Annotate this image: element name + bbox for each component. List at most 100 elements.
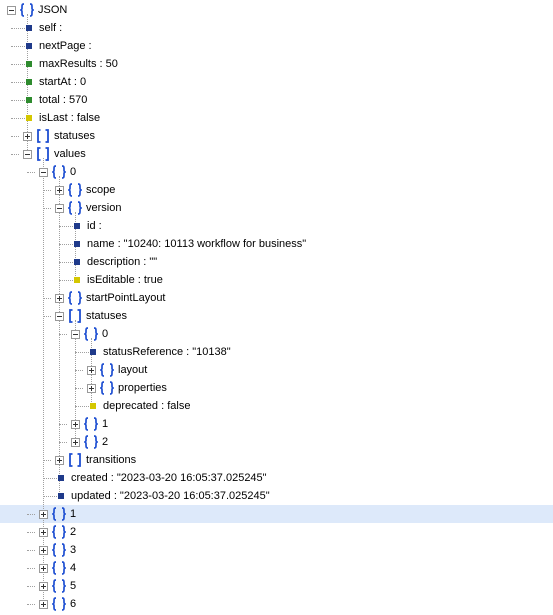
collapse-minus-icon[interactable] [39,168,48,177]
object-braces-icon [67,290,83,306]
tree-connector-line [11,136,19,137]
tree-leaf-row[interactable]: name : "10240: 10113 workflow for busine… [0,235,553,253]
tree-leaf-label: name : "10240: 10113 workflow for busine… [87,238,307,250]
expand-plus-icon[interactable] [87,384,96,393]
tree-leaf-row[interactable]: self : [0,19,553,37]
tree-leaf-row[interactable]: isLast : false [0,109,553,127]
string-value-icon [74,259,80,265]
tree-node-row[interactable]: 4 [0,559,553,577]
tree-leaf-row[interactable]: description : "" [0,253,553,271]
tree-leaf-row[interactable]: nextPage : [0,37,553,55]
expand-plus-icon[interactable] [55,186,64,195]
object-braces-icon [51,524,67,540]
tree-node-label: 2 [102,436,109,448]
expand-plus-icon[interactable] [87,366,96,375]
tree-leaf-row[interactable]: statusReference : "10138" [0,343,553,361]
tree-node-label: values [54,148,86,160]
object-braces-icon [99,362,115,378]
tree-leaf-label: startAt : 0 [39,76,87,88]
tree-connector-line [27,586,35,587]
tree-connector-line [75,370,83,371]
tree-node-label: JSON [38,4,68,16]
object-braces-icon [67,200,83,216]
tree-connector-line [59,424,67,425]
tree-connector-line [43,316,51,317]
tree-connector-line [27,568,35,569]
tree-leaf-row[interactable]: maxResults : 50 [0,55,553,73]
boolean-value-icon [90,403,96,409]
tree-node-row[interactable]: 0 [0,325,553,343]
tree-leaf-row[interactable]: isEditable : true [0,271,553,289]
tree-node-row[interactable]: version [0,199,553,217]
tree-node-row[interactable]: properties [0,379,553,397]
object-braces-icon [51,578,67,594]
tree-connector-line [27,532,35,533]
tree-node-label: version [86,202,122,214]
tree-leaf-row[interactable]: updated : "2023-03-20 16:05:37.025245" [0,487,553,505]
array-brackets-icon [35,146,51,162]
expand-plus-icon[interactable] [55,294,64,303]
collapse-minus-icon[interactable] [55,204,64,213]
expand-plus-icon[interactable] [71,420,80,429]
tree-leaf-label: self : [39,22,63,34]
tree-node-label: statuses [54,130,95,142]
tree-node-label: scope [86,184,116,196]
expand-plus-icon[interactable] [39,564,48,573]
collapse-minus-icon[interactable] [23,150,32,159]
tree-node-label: 0 [102,328,109,340]
tree-node-row[interactable]: 2 [0,433,553,451]
tree-connector-line [43,460,51,461]
tree-leaf-label: nextPage : [39,40,92,52]
tree-leaf-label: statusReference : "10138" [103,346,231,358]
expand-plus-icon[interactable] [71,438,80,447]
tree-node-label: layout [118,364,148,376]
tree-node-row[interactable]: transitions [0,451,553,469]
tree-node-row[interactable]: values [0,145,553,163]
tree-leaf-label: created : "2023-03-20 16:05:37.025245" [71,472,267,484]
tree-node-label: 5 [70,580,77,592]
tree-node-row[interactable]: layout [0,361,553,379]
tree-node-row[interactable]: 1 [0,415,553,433]
tree-node-row[interactable]: scope [0,181,553,199]
expand-plus-icon[interactable] [39,510,48,519]
object-braces-icon [83,434,99,450]
object-braces-icon [51,506,67,522]
tree-node-row[interactable]: 2 [0,523,553,541]
tree-connector-line [27,550,35,551]
tree-node-row[interactable]: 6 [0,595,553,613]
tree-node-row[interactable]: 0 [0,163,553,181]
tree-leaf-row[interactable]: id : [0,217,553,235]
collapse-minus-icon[interactable] [55,312,64,321]
tree-node-label: 1 [102,418,109,430]
expand-plus-icon[interactable] [39,546,48,555]
tree-connector-line [27,514,35,515]
tree-leaf-row[interactable]: created : "2023-03-20 16:05:37.025245" [0,469,553,487]
tree-leaf-label: id : [87,220,102,232]
tree-node-label: 4 [70,562,77,574]
expand-plus-icon[interactable] [23,132,32,141]
tree-leaf-row[interactable]: deprecated : false [0,397,553,415]
expand-plus-icon[interactable] [39,600,48,609]
boolean-value-icon [74,277,80,283]
string-value-icon [74,241,80,247]
tree-node-row[interactable]: statuses [0,127,553,145]
tree-node-row[interactable]: 5 [0,577,553,595]
tree-node-label: 0 [70,166,77,178]
object-braces-icon [51,164,67,180]
tree-leaf-row[interactable]: startAt : 0 [0,73,553,91]
tree-node-row[interactable]: 1 [0,505,553,523]
tree-leaf-row[interactable]: total : 570 [0,91,553,109]
tree-node-label: statuses [86,310,127,322]
tree-node-row[interactable]: statuses [0,307,553,325]
tree-connector-line [11,154,19,155]
object-braces-icon [51,596,67,612]
tree-node-row[interactable]: 3 [0,541,553,559]
expand-plus-icon[interactable] [39,582,48,591]
expand-plus-icon[interactable] [55,456,64,465]
collapse-minus-icon[interactable] [7,6,16,15]
tree-leaf-label: maxResults : 50 [39,58,118,70]
tree-node-row[interactable]: JSON [0,1,553,19]
tree-node-row[interactable]: startPointLayout [0,289,553,307]
collapse-minus-icon[interactable] [71,330,80,339]
expand-plus-icon[interactable] [39,528,48,537]
